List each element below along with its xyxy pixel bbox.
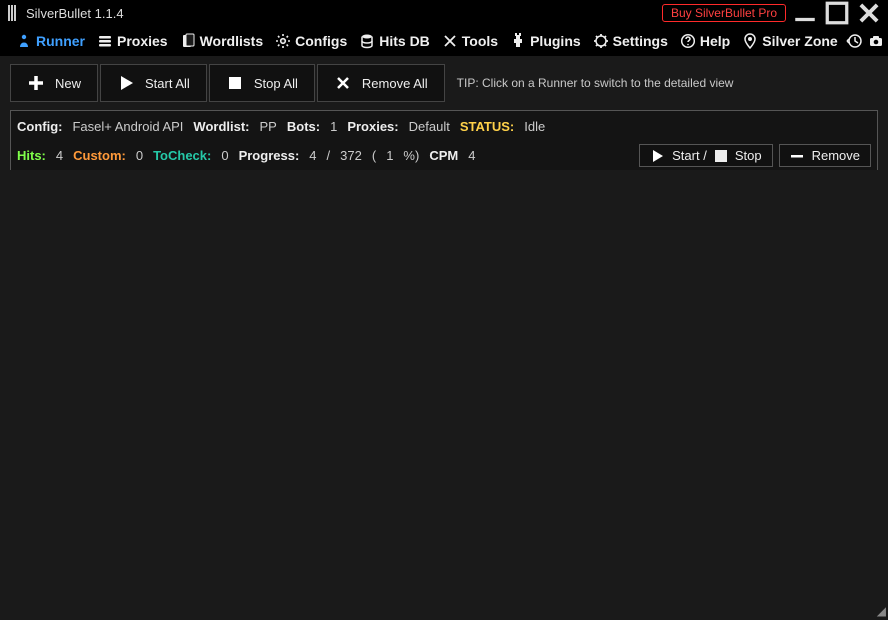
button-label: New bbox=[55, 76, 81, 91]
nav-label: Proxies bbox=[117, 33, 168, 49]
app-title: SilverBullet 1.1.4 bbox=[26, 6, 124, 21]
proxies-label: Proxies: bbox=[347, 119, 398, 134]
nav-label: Settings bbox=[613, 33, 668, 49]
history-icon[interactable] bbox=[846, 33, 862, 49]
stop-icon bbox=[226, 74, 244, 92]
work-area bbox=[0, 170, 888, 620]
nav-help[interactable]: Help bbox=[676, 31, 734, 51]
toolbar: New Start All Stop All Remove All TIP: C… bbox=[0, 56, 888, 110]
nav-label: Silver Zone bbox=[762, 33, 837, 49]
status-value: Idle bbox=[524, 119, 545, 134]
nav-label: Runner bbox=[36, 33, 85, 49]
nav-tools[interactable]: Tools bbox=[438, 31, 502, 51]
progress-pct: 1 bbox=[386, 148, 393, 163]
runner-icon bbox=[16, 33, 32, 49]
proxies-icon bbox=[97, 33, 113, 49]
button-label: Stop All bbox=[254, 76, 298, 91]
bots-label: Bots: bbox=[287, 119, 320, 134]
remove-icon bbox=[334, 74, 352, 92]
settings-icon bbox=[593, 33, 609, 49]
camera-icon[interactable] bbox=[868, 33, 884, 49]
progress-lparen: ( bbox=[372, 148, 376, 163]
nav-label: Plugins bbox=[530, 33, 581, 49]
help-icon bbox=[680, 33, 696, 49]
progress-label: Progress: bbox=[239, 148, 300, 163]
wordlist-value: PP bbox=[260, 119, 277, 134]
buy-pro-button[interactable]: Buy SilverBullet Pro bbox=[662, 4, 786, 22]
plugins-icon bbox=[510, 33, 526, 49]
cpm-label: CPM bbox=[429, 148, 458, 163]
play-icon bbox=[117, 74, 135, 92]
stop-icon bbox=[715, 150, 727, 162]
remove-button[interactable]: Remove bbox=[779, 144, 871, 167]
close-button[interactable] bbox=[856, 0, 882, 26]
tip-text: TIP: Click on a Runner to switch to the … bbox=[457, 76, 734, 90]
stop-all-button[interactable]: Stop All bbox=[209, 64, 315, 102]
app-logo-icon bbox=[8, 5, 16, 21]
custom-value: 0 bbox=[136, 148, 143, 163]
nav-configs[interactable]: Configs bbox=[271, 31, 351, 51]
hits-label: Hits: bbox=[17, 148, 46, 163]
nav-plugins[interactable]: Plugins bbox=[506, 31, 585, 51]
play-icon bbox=[650, 149, 664, 163]
nav-runner[interactable]: Runner bbox=[12, 31, 89, 51]
start-stop-button[interactable]: Start / Stop bbox=[639, 144, 772, 167]
progress-sep: / bbox=[327, 148, 331, 163]
nav-proxies[interactable]: Proxies bbox=[93, 31, 172, 51]
remove-all-button[interactable]: Remove All bbox=[317, 64, 445, 102]
configs-icon bbox=[275, 33, 291, 49]
runner-status-panel[interactable]: Config: Fasel+ Android API Wordlist: PP … bbox=[10, 110, 878, 176]
hits-value: 4 bbox=[56, 148, 63, 163]
tocheck-value: 0 bbox=[221, 148, 228, 163]
nav-label: Wordlists bbox=[200, 33, 264, 49]
proxies-value: Default bbox=[409, 119, 450, 134]
nav-label: Hits DB bbox=[379, 33, 430, 49]
nav-label: Help bbox=[700, 33, 730, 49]
nav-label: Tools bbox=[462, 33, 498, 49]
nav-settings[interactable]: Settings bbox=[589, 31, 672, 51]
start-label: Start / bbox=[672, 148, 707, 163]
tocheck-label: ToCheck: bbox=[153, 148, 211, 163]
location-icon bbox=[742, 33, 758, 49]
start-all-button[interactable]: Start All bbox=[100, 64, 207, 102]
status-row-2: Hits: 4 Custom: 0 ToCheck: 0 Progress: 4… bbox=[17, 144, 871, 167]
config-label: Config: bbox=[17, 119, 62, 134]
resize-grip-icon[interactable]: ◢ bbox=[877, 604, 886, 618]
custom-label: Custom: bbox=[73, 148, 126, 163]
stop-label: Stop bbox=[735, 148, 762, 163]
wordlists-icon bbox=[180, 33, 196, 49]
tools-icon bbox=[442, 33, 458, 49]
nav-wordlists[interactable]: Wordlists bbox=[176, 31, 268, 51]
wordlist-label: Wordlist: bbox=[193, 119, 249, 134]
nav-silver-zone[interactable]: Silver Zone bbox=[738, 31, 841, 51]
nav-bar: Runner Proxies Wordlists Configs Hits DB… bbox=[0, 26, 888, 56]
progress-total: 372 bbox=[340, 148, 362, 163]
minimize-button[interactable] bbox=[792, 0, 818, 26]
nav-hits-db[interactable]: Hits DB bbox=[355, 31, 434, 51]
cpm-value: 4 bbox=[468, 148, 475, 163]
database-icon bbox=[359, 33, 375, 49]
button-label: Remove All bbox=[362, 76, 428, 91]
new-button[interactable]: New bbox=[10, 64, 98, 102]
button-label: Start All bbox=[145, 76, 190, 91]
progress-current: 4 bbox=[309, 148, 316, 163]
nav-label: Configs bbox=[295, 33, 347, 49]
config-value: Fasel+ Android API bbox=[72, 119, 183, 134]
status-row-1: Config: Fasel+ Android API Wordlist: PP … bbox=[17, 119, 871, 134]
maximize-button[interactable] bbox=[824, 0, 850, 26]
plus-icon bbox=[27, 74, 45, 92]
bots-value: 1 bbox=[330, 119, 337, 134]
titlebar: SilverBullet 1.1.4 Buy SilverBullet Pro bbox=[0, 0, 888, 26]
progress-pct-sym: %) bbox=[403, 148, 419, 163]
minus-icon bbox=[790, 149, 804, 163]
status-label: STATUS: bbox=[460, 119, 514, 134]
remove-label: Remove bbox=[812, 148, 860, 163]
